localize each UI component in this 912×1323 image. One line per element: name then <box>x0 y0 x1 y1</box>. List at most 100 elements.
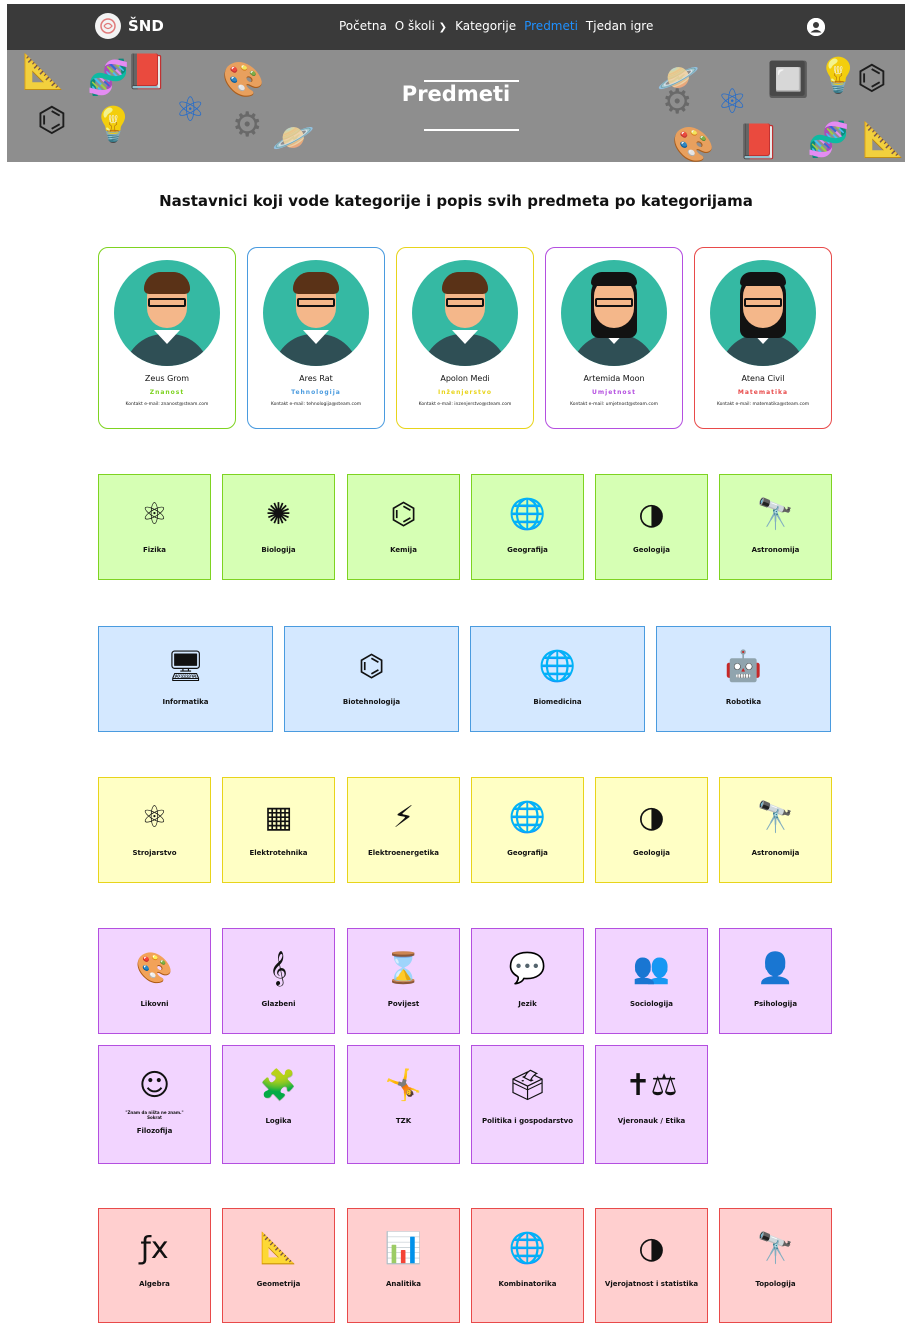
subject-label: Filozofija <box>136 1127 173 1135</box>
athletes-icon: 🤸 <box>384 1068 423 1103</box>
subject-label: Astronomija <box>751 849 800 857</box>
molecule-icon: ⌬ <box>37 100 67 140</box>
planet-icon: 🪐 <box>272 118 315 158</box>
teacher-category: Inženjerstvo <box>438 389 492 396</box>
nav-item-pocetna[interactable]: Početna <box>339 19 387 33</box>
subject-tile[interactable]: ☺ "Znam da ništa ne znam." Sokrat Filozofi… <box>98 1045 211 1164</box>
earth-layers-icon: ◑ <box>638 497 665 532</box>
subject-label: Geologija <box>632 546 671 554</box>
teacher-category: Matematika <box>737 389 789 396</box>
telescope-icon: 🔭 <box>756 800 795 835</box>
atom-icon: ⚛ <box>141 497 168 532</box>
subject-tile[interactable]: 📊 Analitika <box>347 1208 460 1323</box>
nav-item-o-skoli[interactable]: O školi ❯ <box>395 19 447 33</box>
earth-layers-icon: ◑ <box>638 1231 665 1266</box>
subject-tile[interactable]: 🤸 TZK <box>347 1045 460 1164</box>
teacher-name: Apolon Medi <box>440 374 490 383</box>
subject-tile[interactable]: 🧩 Logika <box>222 1045 335 1164</box>
earth-layers-icon: ◑ <box>638 800 665 835</box>
subject-tile[interactable]: ✺ Biologija <box>222 474 335 580</box>
subject-tile[interactable]: 🔭 Astronomija <box>719 777 832 883</box>
subject-tile[interactable]: 👤 Psihologija <box>719 928 832 1034</box>
teacher-email[interactable]: Kontakt e-mail: umjetnost@steam.com <box>546 402 682 407</box>
subject-label: Sociologija <box>630 1000 673 1008</box>
subject-label: Algebra <box>139 1280 170 1288</box>
hero-divider-bottom <box>424 129 519 131</box>
nav-item-tjedan-igre[interactable]: Tjedan igre <box>586 19 653 33</box>
hero-banner: 📐 🧬 📕 ⚛ 🎨 ⌬ 💡 ⚙ 🪐 🪐 ⚙ ⚛ 🔲 💡 ⌬ 🎨 📕 🧬 📐 Pr… <box>7 50 905 162</box>
molecule-icon: ⌬ <box>390 497 417 532</box>
ruler-icon: 📐 <box>862 120 905 160</box>
subject-tile[interactable]: ◑ Vjerojatnost i statistika <box>595 1208 708 1323</box>
palette-icon: 🎨 <box>672 125 715 162</box>
subject-tile[interactable]: 𝄞 Glazbeni <box>222 928 335 1034</box>
subject-tile[interactable]: 📐 Geometrija <box>222 1208 335 1323</box>
subject-tile[interactable]: 💬 Jezik <box>471 928 584 1034</box>
nav-item-predmeti[interactable]: Predmeti <box>524 19 578 33</box>
subject-tile[interactable]: ƒx Algebra <box>98 1208 211 1323</box>
gear-icon: ⚙ <box>232 105 263 145</box>
subject-label: Geometrija <box>256 1280 301 1288</box>
subject-tile[interactable]: ▦ Elektrotehnika <box>222 777 335 883</box>
subject-tile[interactable]: 🌐 Geografija <box>471 777 584 883</box>
subject-tile[interactable]: ⌬ Kemija <box>347 474 460 580</box>
subject-tile[interactable]: 🔭 Astronomija <box>719 474 832 580</box>
subject-tile[interactable]: ⚛ Strojarstvo <box>98 777 211 883</box>
subject-label: Povijest <box>387 1000 420 1008</box>
subject-label: Topologija <box>755 1280 796 1288</box>
subject-label: Biologija <box>261 546 296 554</box>
bar-chart-icon: 📊 <box>384 1231 423 1266</box>
neuron-icon: ✺ <box>265 497 292 532</box>
subject-tile[interactable]: ✝⚖ Vjeronauk / Etika <box>595 1045 708 1164</box>
subject-tile[interactable]: ⌬ Biotehnologija <box>284 626 459 732</box>
chevron-down-icon: ❯ <box>438 22 448 33</box>
globe-icon: 🌐 <box>538 649 577 684</box>
subject-label: Kemija <box>390 546 417 554</box>
subject-label: Likovni <box>140 1000 169 1008</box>
subject-tile[interactable]: ⚡ Elektroenergetika <box>347 777 460 883</box>
subject-label: Elektrotehnika <box>249 849 308 857</box>
teacher-name: Atena Civil <box>741 374 785 383</box>
subject-tile[interactable]: 👥 Sociologija <box>595 928 708 1034</box>
subject-tile[interactable]: ◑ Geologija <box>595 777 708 883</box>
subject-tile[interactable]: 🔭 Topologija <box>719 1208 832 1323</box>
subject-label: Informatika <box>162 698 209 706</box>
subject-label: Glazbeni <box>261 1000 296 1008</box>
top-navbar: ŠND Početna O školi ❯ Kategorije Predmet… <box>7 4 905 50</box>
subject-tile[interactable]: ◑ Geologija <box>595 474 708 580</box>
nav-item-kategorije[interactable]: Kategorije <box>455 19 516 33</box>
teacher-email[interactable]: Kontakt e-mail: matematika@steam.com <box>695 402 831 407</box>
chip-icon: ▦ <box>264 800 293 835</box>
molecule-icon: ⌬ <box>358 649 385 684</box>
teacher-email[interactable]: Kontakt e-mail: tehnologija@steam.com <box>248 402 384 407</box>
subject-tile[interactable]: 🗳 Politika i gospodarstvo <box>471 1045 584 1164</box>
telescope-icon: 🔭 <box>756 497 795 532</box>
robot-icon: 🤖 <box>724 649 763 684</box>
power-tower-icon: ⚡ <box>392 800 415 835</box>
translate-icon: 💬 <box>508 951 547 986</box>
teacher-avatar <box>263 260 369 366</box>
subject-tile[interactable]: 🌐 Biomedicina <box>470 626 645 732</box>
head-puzzle-icon: 🧩 <box>259 1068 298 1103</box>
brand[interactable]: ŠND <box>95 13 164 39</box>
subject-tile[interactable]: ⚛ Fizika <box>98 474 211 580</box>
teacher-avatar <box>412 260 518 366</box>
teacher-email[interactable]: Kontakt e-mail: znanost@steam.com <box>99 402 235 407</box>
subject-tile[interactable]: ⌛ Povijest <box>347 928 460 1034</box>
nav-item-o-skoli-label: O školi <box>394 19 435 33</box>
teacher-category: Znanost <box>149 389 185 396</box>
subject-tile[interactable]: 🖥 Informatika <box>98 626 273 732</box>
telescope-icon: 🔭 <box>756 1231 795 1266</box>
subject-tile[interactable]: 🌐 Kombinatorika <box>471 1208 584 1323</box>
brand-name: ŠND <box>128 17 164 35</box>
subject-tile[interactable]: 🌐 Geografija <box>471 474 584 580</box>
subject-tile[interactable]: 🤖 Robotika <box>656 626 831 732</box>
teacher-email[interactable]: Kontakt e-mail: inzenjerstvo@steam.com <box>397 402 533 407</box>
subject-tile[interactable]: 🎨 Likovni <box>98 928 211 1034</box>
subject-label: Astronomija <box>751 546 800 554</box>
user-circle-icon[interactable] <box>807 18 825 36</box>
book-icon: 📕 <box>737 122 780 162</box>
lightbulb-icon: 💡 <box>92 105 135 145</box>
teacher-card: Ares Rat Tehnologija Kontakt e-mail: teh… <box>247 247 385 429</box>
teacher-name: Zeus Grom <box>144 374 190 383</box>
